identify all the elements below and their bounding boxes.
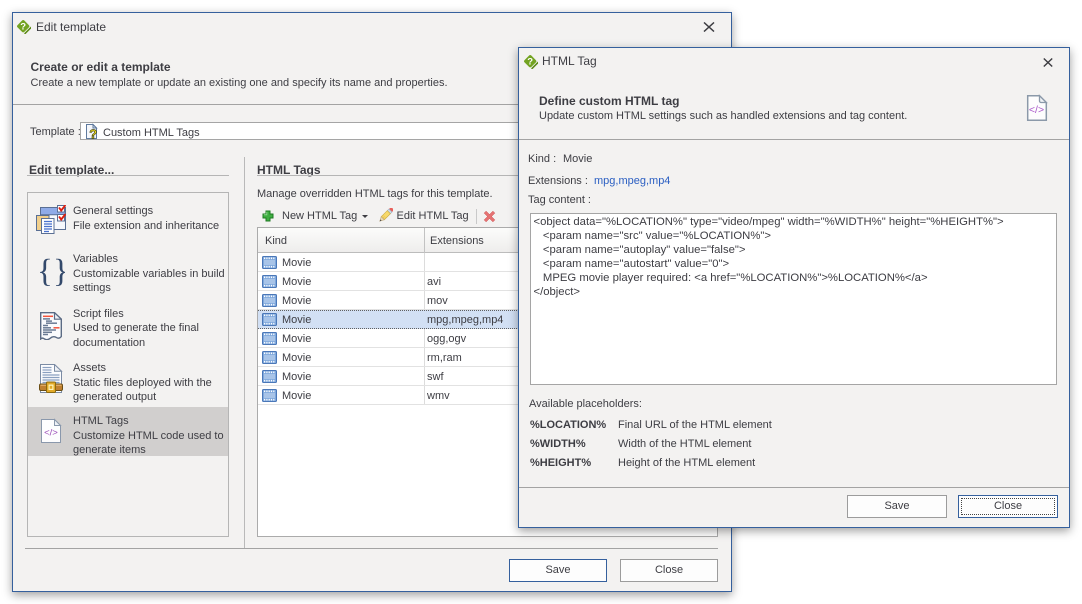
svg-text:{: {	[37, 256, 53, 290]
svg-text:}: }	[53, 256, 65, 290]
svg-text:?: ?	[527, 56, 533, 67]
svg-text:</>: </>	[1029, 104, 1044, 116]
svg-text:</>: </>	[44, 428, 58, 439]
svg-text:?: ?	[89, 127, 97, 141]
svg-text:?: ?	[20, 21, 26, 32]
